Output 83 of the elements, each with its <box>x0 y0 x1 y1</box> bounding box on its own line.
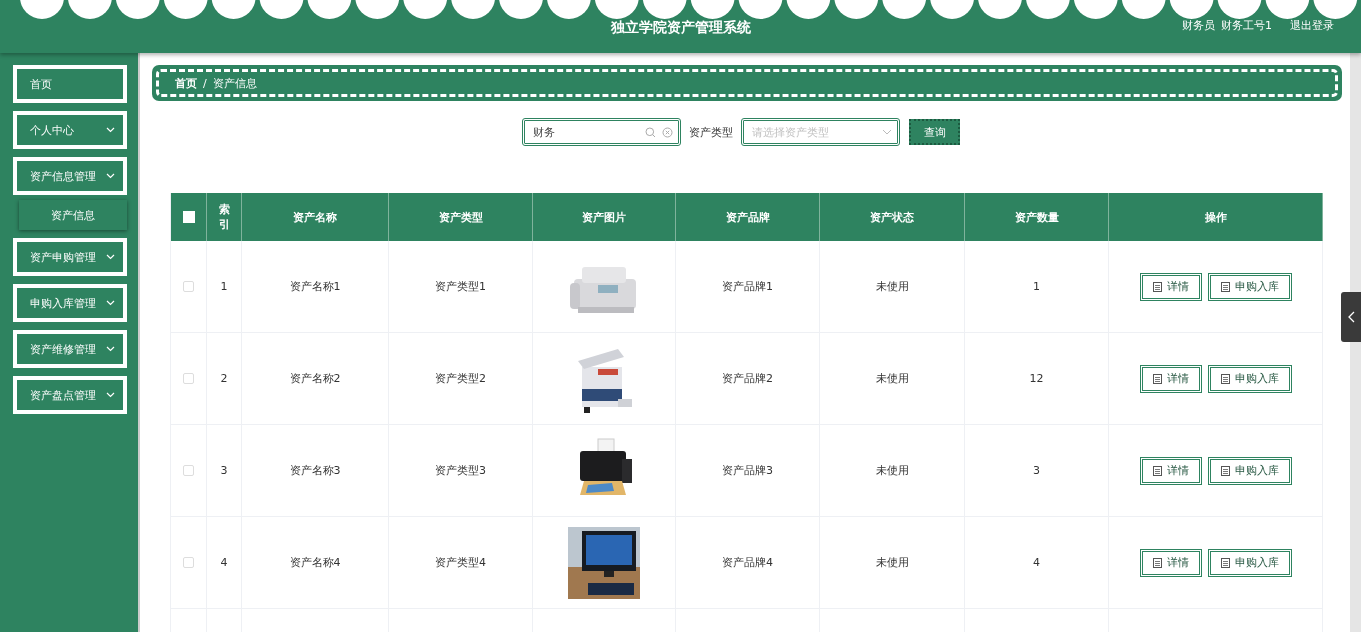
sidebar-item[interactable]: 资产盘点管理 <box>13 376 127 414</box>
column-header: 资产图片 <box>582 209 626 225</box>
table-cell: 3 <box>1033 464 1040 477</box>
table-cell: 资产名称2 <box>289 371 341 386</box>
document-icon <box>1152 281 1162 292</box>
table-cell: 资产品牌3 <box>722 463 773 478</box>
purchase-button[interactable]: 申购入库 <box>1207 548 1292 577</box>
chevron-icon <box>106 173 115 179</box>
logout-link[interactable]: 退出登录 <box>1290 18 1334 33</box>
column-header: 资产品牌 <box>725 209 770 225</box>
sidebar-item[interactable]: 资产维修管理 <box>13 330 127 368</box>
document-icon <box>1220 281 1230 292</box>
table-cell: 资产类型2 <box>435 371 486 386</box>
column-header: 资产类型 <box>438 209 483 225</box>
table-cell: 1 <box>1033 280 1040 293</box>
document-icon <box>1220 557 1230 568</box>
table-cell: 4 <box>220 556 228 569</box>
document-icon <box>1152 373 1162 384</box>
table-cell: 未使用 <box>875 555 909 570</box>
search-field[interactable]: 财务 <box>522 118 681 146</box>
column-header: 资产数量 <box>1014 209 1059 225</box>
chevron-icon <box>106 127 115 133</box>
caret-icon <box>882 129 892 135</box>
table-cell: 资产类型3 <box>435 463 486 478</box>
query-button[interactable]: 查询 <box>909 119 960 145</box>
clear-icon[interactable] <box>662 126 673 138</box>
chevron-left-icon <box>1347 311 1355 323</box>
column-header: 资产名称 <box>293 209 337 225</box>
sidebar-item[interactable]: 首页 <box>13 65 127 103</box>
sidebar-item[interactable]: 个人中心 <box>13 111 127 149</box>
sidebar-item[interactable]: 申购入库管理 <box>13 284 127 322</box>
purchase-button[interactable]: 申购入库 <box>1207 272 1292 301</box>
details-button[interactable]: 详情 <box>1139 364 1202 393</box>
table-cell: 3 <box>220 464 228 477</box>
column-header: 操作 <box>1204 209 1227 225</box>
table-cell: 1 <box>220 280 228 293</box>
row-checkbox[interactable] <box>183 465 194 476</box>
document-icon <box>1220 373 1230 384</box>
user-id: 财务工号1 <box>1221 18 1272 33</box>
document-icon <box>1220 465 1230 476</box>
table-cell: 资产名称1 <box>289 279 341 294</box>
column-header: 资产状态 <box>870 209 914 225</box>
table-cell: 4 <box>1033 556 1040 569</box>
details-button[interactable]: 详情 <box>1139 272 1202 301</box>
table-cell: 资产品牌2 <box>722 371 773 386</box>
sidebar-item[interactable]: 资产信息管理 <box>13 157 127 195</box>
breadcrumb-item: 资产信息 <box>212 75 257 91</box>
user-role: 财务员 <box>1182 18 1215 33</box>
search-icon <box>645 126 656 138</box>
document-icon <box>1152 465 1162 476</box>
table-cell: 资产名称4 <box>289 555 341 570</box>
chevron-icon <box>106 346 115 352</box>
breadcrumb-item[interactable]: 首页 <box>175 75 197 91</box>
table-cell: 2 <box>220 372 228 385</box>
table-cell: 资产类型4 <box>435 555 486 570</box>
sidebar-item[interactable]: 资产申购管理 <box>13 238 127 276</box>
table-cell: 12 <box>1029 372 1044 385</box>
submenu-item[interactable]: 资产信息 <box>19 200 127 230</box>
purchase-button[interactable]: 申购入库 <box>1207 456 1292 485</box>
row-checkbox[interactable] <box>183 281 194 292</box>
row-checkbox[interactable] <box>183 557 194 568</box>
chevron-icon <box>106 300 115 306</box>
purchase-button[interactable]: 申购入库 <box>1207 364 1292 393</box>
table-cell: 未使用 <box>875 371 909 386</box>
details-button[interactable]: 详情 <box>1139 456 1202 485</box>
chevron-icon <box>106 254 115 260</box>
table-cell: 未使用 <box>875 463 909 478</box>
table-cell: 资产品牌1 <box>722 279 773 294</box>
scrollbar[interactable] <box>1350 53 1361 632</box>
app-title: 独立学院资产管理系统 <box>610 18 751 37</box>
type-label: 资产类型 <box>689 124 733 140</box>
row-checkbox[interactable] <box>183 373 194 384</box>
chevron-icon <box>106 392 115 398</box>
collapse-tab[interactable] <box>1341 292 1361 342</box>
document-icon <box>1152 557 1162 568</box>
details-button[interactable]: 详情 <box>1139 548 1202 577</box>
breadcrumb-separator: / <box>203 76 207 90</box>
table-cell: 资产名称3 <box>289 463 341 478</box>
column-header: 索引 <box>217 201 231 233</box>
table-cell: 未使用 <box>875 279 909 294</box>
table-cell: 资产类型1 <box>435 279 486 294</box>
table-cell: 资产品牌4 <box>722 555 773 570</box>
select-all-checkbox[interactable] <box>182 211 195 223</box>
